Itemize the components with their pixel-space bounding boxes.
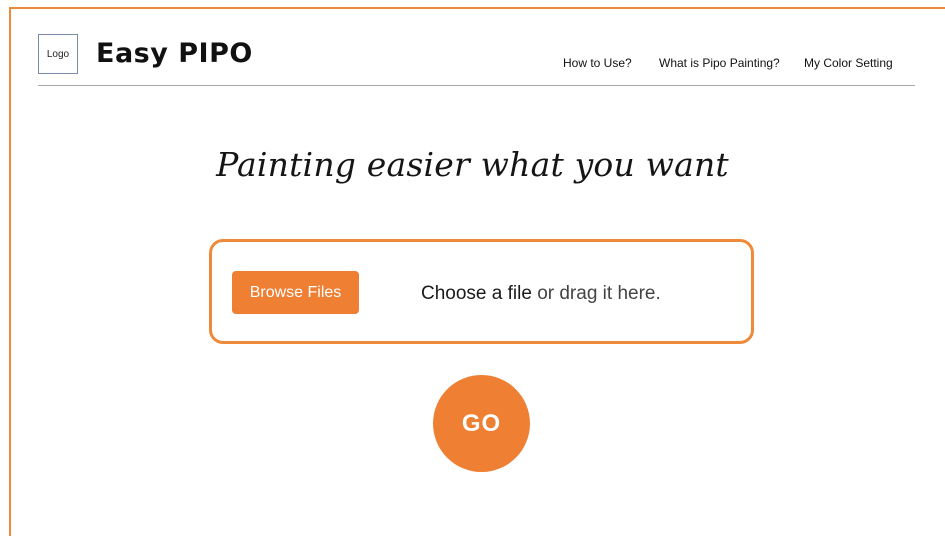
logo[interactable]: Logo [38, 34, 78, 74]
drag-text: or drag it here. [537, 283, 661, 304]
choose-file-text: Choose a file [421, 283, 532, 304]
go-button[interactable]: GO [433, 375, 530, 472]
brand-name[interactable]: Easy PIPO [96, 38, 253, 69]
nav-how-to-use[interactable]: How to Use? [563, 56, 632, 72]
drop-instructions: Choose a file or drag it here. [421, 283, 661, 305]
nav-what-is-pipo-painting[interactable]: What is Pipo Painting? [659, 56, 780, 72]
header-divider [38, 85, 915, 86]
browse-files-button[interactable]: Browse Files [232, 271, 359, 314]
page-title: Painting easier what you want [216, 145, 729, 184]
nav-my-color-setting[interactable]: My Color Setting [804, 56, 893, 72]
